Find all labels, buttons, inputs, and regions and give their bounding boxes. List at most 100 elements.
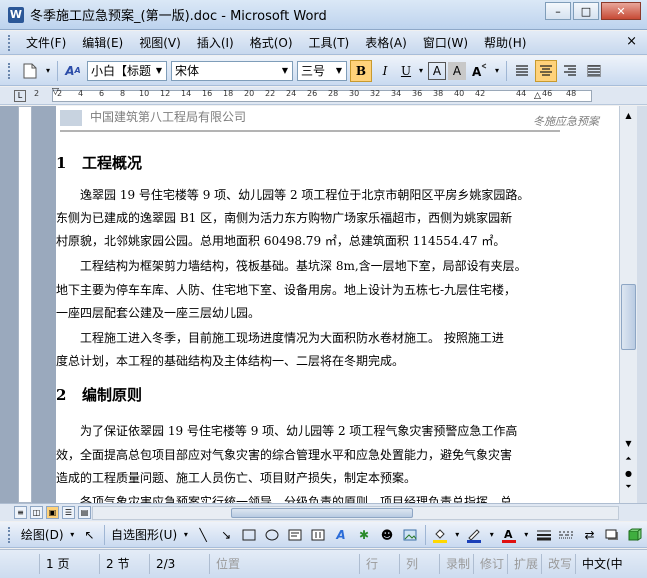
draw-menu-button[interactable]: 绘图(D) xyxy=(18,526,67,543)
reading-view-icon[interactable]: ▤ xyxy=(78,506,91,519)
title-bar: W 冬季施工应急预案_(第一版).doc - Microsoft Word – … xyxy=(0,0,647,30)
status-extend[interactable]: 扩展 xyxy=(508,554,542,574)
word-app-icon[interactable]: W xyxy=(8,6,24,23)
dropdown-arrow-icon[interactable]: ▾ xyxy=(181,524,191,546)
previous-page-icon[interactable]: ⏶ xyxy=(621,452,636,466)
toolbar-grip-icon[interactable] xyxy=(8,526,12,543)
font-size-select[interactable]: 三号 ▼ xyxy=(297,60,347,81)
close-button[interactable]: ✕ xyxy=(601,2,641,20)
vertical-text-box-icon[interactable] xyxy=(308,524,329,546)
vertical-ruler[interactable] xyxy=(18,106,32,503)
chevron-down-icon[interactable]: ▼ xyxy=(278,62,292,80)
horizontal-scrollbar[interactable] xyxy=(92,506,619,520)
ruler-tick: 40 xyxy=(454,89,465,98)
dropdown-arrow-icon[interactable]: ▾ xyxy=(487,524,497,546)
menu-view[interactable]: 视图(V) xyxy=(131,33,189,53)
style-select[interactable]: 小白【标题 ▼ xyxy=(87,60,167,81)
menu-file[interactable]: 文件(F) xyxy=(18,33,74,53)
tab-stop-selector-icon[interactable]: L xyxy=(14,90,26,102)
status-record-macro[interactable]: 录制 xyxy=(440,554,474,574)
align-center-icon[interactable] xyxy=(535,59,557,82)
dropdown-arrow-icon[interactable]: ▾ xyxy=(43,60,53,82)
text-box-icon[interactable] xyxy=(285,524,306,546)
dropdown-arrow-icon[interactable]: ▾ xyxy=(492,60,502,82)
dropdown-arrow-icon[interactable]: ▾ xyxy=(521,524,531,546)
autoshapes-button[interactable]: 自选图形(U) xyxy=(108,526,180,543)
line-style-icon[interactable] xyxy=(533,524,554,546)
menu-help[interactable]: 帮助(H) xyxy=(476,33,534,53)
align-left-icon[interactable] xyxy=(511,60,533,82)
dropdown-arrow-icon[interactable]: ▾ xyxy=(416,60,426,82)
scroll-up-icon[interactable]: ▲ xyxy=(621,108,636,122)
right-indent-marker-icon[interactable]: △ xyxy=(534,91,541,101)
new-document-icon[interactable] xyxy=(19,60,41,82)
vertical-scroll-thumb[interactable] xyxy=(621,284,636,350)
ruler-tick: 24 xyxy=(286,89,297,98)
document-page[interactable]: 中国建筑第八工程局有限公司 冬施应急预案 1 工程概况 逸翠园 19 号住宅楼等 … xyxy=(56,106,619,503)
status-page-of[interactable]: 2/3 xyxy=(150,554,210,574)
maximize-button[interactable]: □ xyxy=(573,2,599,20)
character-scale-icon[interactable]: A xyxy=(468,60,490,82)
styles-formatting-icon[interactable]: AA xyxy=(62,60,84,82)
browse-object-icon[interactable]: ● xyxy=(621,466,636,480)
minimize-button[interactable]: – xyxy=(545,2,571,20)
bold-button[interactable]: B xyxy=(350,59,372,82)
vertical-scrollbar[interactable]: ▲ ▼ ⏶ ● ⏷ xyxy=(619,106,637,503)
character-shading-button[interactable]: A xyxy=(448,61,466,80)
status-section[interactable]: 2 节 xyxy=(100,554,150,574)
menu-format[interactable]: 格式(O) xyxy=(242,33,301,53)
font-color-icon[interactable]: A xyxy=(499,524,520,546)
character-border-button[interactable]: A xyxy=(428,61,446,80)
print-layout-icon[interactable]: ▣ xyxy=(46,506,59,519)
clip-art-icon[interactable]: ☻ xyxy=(377,524,398,546)
status-bar: 1 页 2 节 2/3 位置 行 列 录制 修订 扩展 改写 中文(中 xyxy=(0,549,647,578)
diagram-icon[interactable]: ✱ xyxy=(354,524,375,546)
3d-style-icon[interactable] xyxy=(625,524,646,546)
chevron-down-icon[interactable]: ▼ xyxy=(332,62,346,80)
arrow-style-icon[interactable]: ⇄ xyxy=(579,524,600,546)
arrow-tool-icon[interactable]: ↘ xyxy=(216,524,237,546)
line-color-icon[interactable] xyxy=(464,524,485,546)
horizontal-ruler[interactable]: L 2 2 4 6 8 10 12 14 16 18 20 22 24 26 2… xyxy=(0,87,647,105)
menu-edit[interactable]: 编辑(E) xyxy=(74,33,131,53)
status-language[interactable]: 中文(中 xyxy=(576,554,647,574)
insert-picture-icon[interactable] xyxy=(400,524,421,546)
toolbar-grip-icon[interactable] xyxy=(8,34,12,51)
indent-marker-icon[interactable]: ▽ xyxy=(52,87,59,97)
dash-style-icon[interactable] xyxy=(556,524,577,546)
align-right-icon[interactable] xyxy=(559,60,581,82)
dropdown-arrow-icon[interactable]: ▾ xyxy=(452,524,462,546)
underline-button[interactable]: U xyxy=(398,60,414,82)
italic-button[interactable]: I xyxy=(374,60,396,82)
close-document-button[interactable]: × xyxy=(626,34,637,49)
web-view-icon[interactable]: ◫ xyxy=(30,506,43,519)
menu-table[interactable]: 表格(A) xyxy=(357,33,415,53)
next-page-icon[interactable]: ⏷ xyxy=(621,480,636,494)
status-line[interactable]: 行 xyxy=(360,554,400,574)
shadow-style-icon[interactable] xyxy=(602,524,623,546)
chevron-down-icon[interactable]: ▼ xyxy=(152,62,166,80)
toolbar-separator xyxy=(424,524,426,545)
menu-tools[interactable]: 工具(T) xyxy=(301,33,358,53)
menu-window[interactable]: 窗口(W) xyxy=(415,33,476,53)
normal-view-icon[interactable]: ≡ xyxy=(14,506,27,519)
outline-view-icon[interactable]: ☰ xyxy=(62,506,75,519)
font-select[interactable]: 宋体 ▼ xyxy=(171,60,293,81)
status-page[interactable]: 1 页 xyxy=(40,554,100,574)
fill-color-icon[interactable] xyxy=(429,524,450,546)
status-track-changes[interactable]: 修订 xyxy=(474,554,508,574)
rectangle-tool-icon[interactable] xyxy=(239,524,260,546)
select-objects-icon[interactable]: ↖ xyxy=(79,524,100,546)
wordart-icon[interactable]: A xyxy=(331,524,352,546)
horizontal-scroll-thumb[interactable] xyxy=(231,508,413,518)
line-tool-icon[interactable]: ╲ xyxy=(193,524,214,546)
oval-tool-icon[interactable] xyxy=(262,524,283,546)
status-overtype[interactable]: 改写 xyxy=(542,554,576,574)
status-column[interactable]: 列 xyxy=(400,554,440,574)
menu-insert[interactable]: 插入(I) xyxy=(189,33,242,53)
justify-icon[interactable] xyxy=(583,60,605,82)
scroll-down-icon[interactable]: ▼ xyxy=(621,436,636,450)
toolbar-grip-icon[interactable] xyxy=(8,62,12,79)
dropdown-arrow-icon[interactable]: ▾ xyxy=(68,524,78,546)
status-position[interactable]: 位置 xyxy=(210,554,360,574)
